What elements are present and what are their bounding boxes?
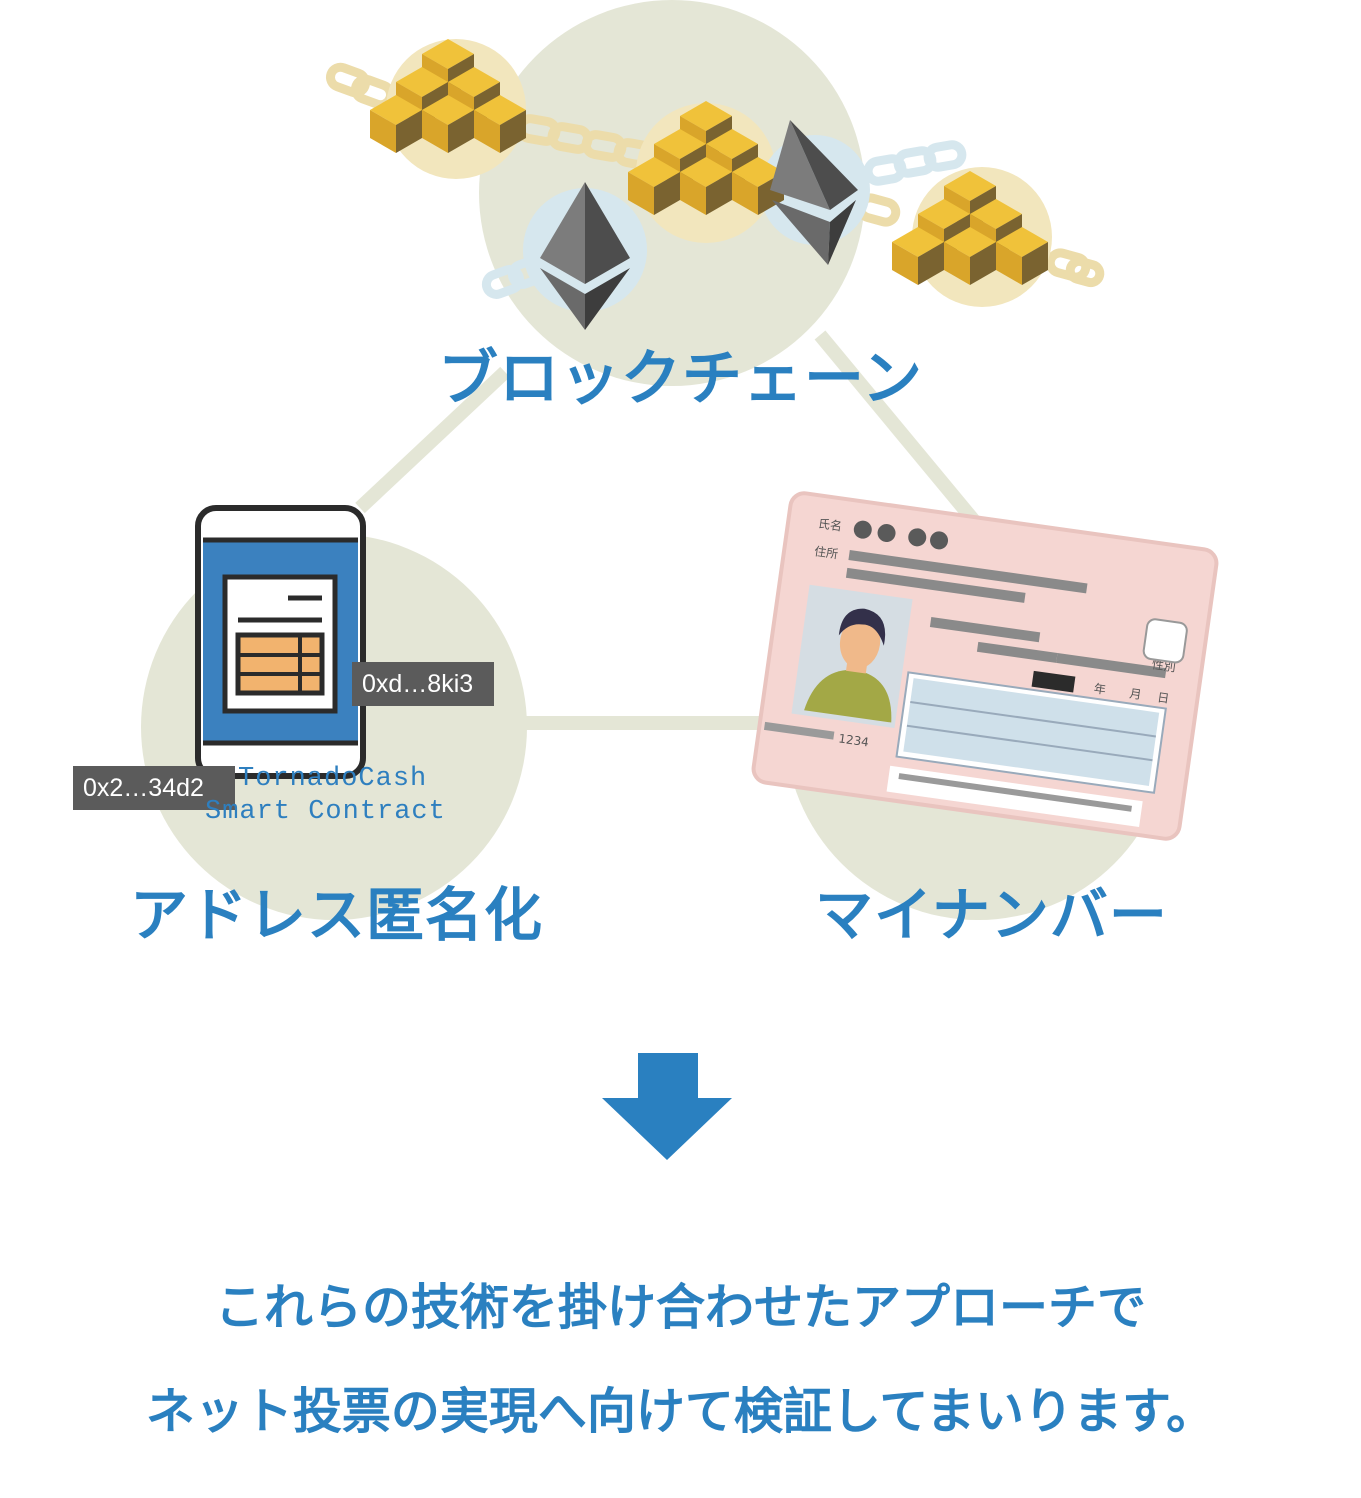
smartphone-icon [195, 505, 366, 779]
card-year-label: 年 [1093, 681, 1107, 697]
label-address-anonymization: アドレス匿名化 [130, 881, 544, 949]
conclusion-line-1: これらの技術を掛け合わせたアプローチで [214, 1279, 1146, 1336]
label-my-number: マイナンバー [815, 881, 1168, 949]
card-month-label: 月 [1129, 686, 1143, 702]
contract-subtitle: Smart Contract [205, 797, 446, 827]
contract-name: TornadoCash [238, 764, 428, 794]
conclusion-line-2: ネット投票の実現へ向けて検証してまいります。 [145, 1383, 1216, 1440]
my-number-card-icon: 氏名 住所 性別 年 月 日 1234 [751, 491, 1219, 841]
label-blockchain: ブロックチェーン [438, 344, 923, 414]
card-day-label: 日 [1156, 690, 1170, 706]
diagram: 氏名 住所 性別 年 月 日 1234 ブロックチェーン アドレス匿名化 マイナ… [0, 0, 1361, 1498]
down-arrow-icon [602, 1053, 732, 1160]
address-tag: 0xd…8ki3 [352, 662, 494, 706]
